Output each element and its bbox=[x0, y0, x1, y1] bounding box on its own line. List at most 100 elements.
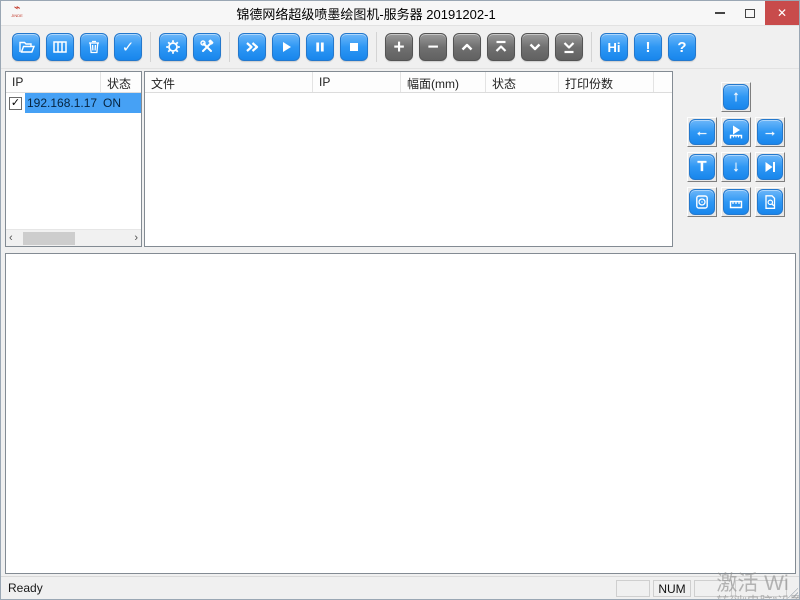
trash-icon bbox=[86, 39, 102, 55]
stop-button[interactable] bbox=[340, 33, 368, 61]
columns-icon bbox=[52, 39, 68, 55]
nudge-left-button[interactable]: ← bbox=[687, 117, 717, 147]
remove-button[interactable]: − bbox=[419, 33, 447, 61]
device-checkbox[interactable]: ✓ bbox=[9, 97, 22, 110]
question-icon: ? bbox=[677, 40, 686, 55]
open-file-button[interactable] bbox=[12, 33, 40, 61]
window-controls: ✕ bbox=[705, 1, 799, 25]
hi-text-icon: Hi bbox=[608, 41, 621, 54]
minus-icon: − bbox=[427, 38, 438, 57]
horizontal-scrollbar[interactable]: ‹ › bbox=[6, 229, 141, 246]
scroll-right-icon[interactable]: › bbox=[134, 233, 138, 244]
delete-job-button[interactable] bbox=[80, 33, 108, 61]
scrollbar-thumb[interactable] bbox=[23, 232, 75, 245]
confirm-button[interactable]: ✓ bbox=[114, 33, 142, 61]
plus-icon: + bbox=[393, 38, 404, 57]
disc-icon bbox=[694, 194, 710, 210]
nudge-right-button[interactable]: → bbox=[755, 117, 785, 147]
text-origin-button[interactable]: T bbox=[687, 152, 717, 182]
letter-t-icon: T bbox=[697, 159, 706, 174]
statusbar: Ready NUM bbox=[1, 576, 799, 599]
app-window: ⌁ JINDE 锦德网络超级喷墨绘图机-服务器 20191202-1 ✕ ✓ bbox=[0, 0, 800, 600]
status-pane-num: NUM bbox=[653, 580, 691, 597]
nudge-up-button[interactable]: ↑ bbox=[721, 82, 751, 112]
status-pane-scrl bbox=[694, 580, 732, 597]
alert-button[interactable]: ! bbox=[634, 33, 662, 61]
play-button[interactable] bbox=[272, 33, 300, 61]
device-row[interactable]: ✓ 192.168.1.17 ON bbox=[6, 93, 141, 113]
toolbar-separator bbox=[229, 32, 230, 62]
device-list-body: ✓ 192.168.1.17 ON bbox=[6, 93, 141, 229]
play-ruler-icon bbox=[728, 124, 744, 140]
status-pane-extra bbox=[735, 580, 787, 597]
stop-icon bbox=[346, 39, 362, 55]
job-col-ip[interactable]: IP bbox=[313, 72, 401, 92]
preview-canvas bbox=[5, 253, 796, 574]
ruler-button[interactable] bbox=[721, 187, 751, 217]
chevron-up-icon bbox=[459, 39, 475, 55]
device-row-selection: 192.168.1.17 ON bbox=[25, 93, 141, 113]
jog-panel: ↑ ← → T ↓ bbox=[676, 71, 796, 247]
start-measure-button[interactable] bbox=[721, 117, 751, 147]
window-title: 锦德网络超级喷墨绘图机-服务器 20191202-1 bbox=[27, 4, 705, 23]
job-table-header: 文件 IP 幅面(mm) 状态 打印份数 bbox=[145, 72, 672, 93]
help-button[interactable]: ? bbox=[668, 33, 696, 61]
chevron-up-bar-icon bbox=[493, 39, 509, 55]
job-col-width[interactable]: 幅面(mm) bbox=[401, 72, 486, 92]
add-button[interactable]: + bbox=[385, 33, 413, 61]
right-arrow-icon: → bbox=[763, 124, 778, 139]
job-col-file[interactable]: 文件 bbox=[145, 72, 313, 92]
device-list-header: IP 状态 bbox=[6, 72, 141, 93]
move-to-bottom-button[interactable] bbox=[555, 33, 583, 61]
up-arrow-icon: ↑ bbox=[732, 89, 740, 104]
tools-button[interactable] bbox=[193, 33, 221, 61]
job-col-copies[interactable]: 打印份数 bbox=[559, 72, 654, 92]
toolbar-separator bbox=[376, 32, 377, 62]
device-status: ON bbox=[103, 96, 141, 110]
job-table-panel: 文件 IP 幅面(mm) 状态 打印份数 bbox=[144, 71, 673, 247]
nudge-down-button[interactable]: ↓ bbox=[721, 152, 751, 182]
chevron-down-bar-icon bbox=[561, 39, 577, 55]
jog-grid: ↑ ← → T ↓ bbox=[686, 80, 786, 247]
gear-icon bbox=[165, 39, 181, 55]
job-col-status[interactable]: 状态 bbox=[486, 72, 559, 92]
move-up-button[interactable] bbox=[453, 33, 481, 61]
device-col-ip[interactable]: IP bbox=[6, 72, 101, 92]
settings-button[interactable] bbox=[159, 33, 187, 61]
play-to-bar-icon bbox=[762, 159, 778, 175]
exclamation-icon: ! bbox=[646, 40, 651, 55]
left-arrow-icon: ← bbox=[695, 124, 710, 139]
preview-doc-button[interactable] bbox=[755, 187, 785, 217]
down-arrow-icon: ↓ bbox=[732, 159, 740, 174]
job-col-filler bbox=[654, 72, 672, 92]
open-folder-icon bbox=[18, 39, 35, 55]
fast-forward-button[interactable] bbox=[238, 33, 266, 61]
status-pane-cap bbox=[616, 580, 650, 597]
toolbar-separator bbox=[150, 32, 151, 62]
hammer-wrench-icon bbox=[199, 39, 215, 55]
minimize-button[interactable] bbox=[705, 1, 735, 25]
status-ready-text: Ready bbox=[1, 581, 616, 595]
doc-magnifier-icon bbox=[762, 194, 778, 210]
move-down-button[interactable] bbox=[521, 33, 549, 61]
toolbar-separator bbox=[591, 32, 592, 62]
app-logo-icon: ⌁ JINDE bbox=[7, 4, 27, 22]
skip-to-end-button[interactable] bbox=[755, 152, 785, 182]
columns-view-button[interactable] bbox=[46, 33, 74, 61]
job-table-body bbox=[145, 93, 672, 246]
move-to-top-button[interactable] bbox=[487, 33, 515, 61]
scroll-left-icon[interactable]: ‹ bbox=[9, 233, 13, 244]
hi-button[interactable]: Hi bbox=[600, 33, 628, 61]
disc-button[interactable] bbox=[687, 187, 717, 217]
ruler-icon bbox=[728, 194, 744, 210]
double-chevron-right-icon bbox=[244, 39, 260, 55]
maximize-button[interactable] bbox=[735, 1, 765, 25]
minimize-icon bbox=[715, 12, 725, 14]
play-icon bbox=[278, 39, 294, 55]
chevron-down-icon bbox=[527, 39, 543, 55]
close-button[interactable]: ✕ bbox=[765, 1, 799, 25]
device-list-panel: IP 状态 ✓ 192.168.1.17 ON ‹ › bbox=[5, 71, 142, 247]
device-col-status[interactable]: 状态 bbox=[101, 72, 141, 92]
pause-button[interactable] bbox=[306, 33, 334, 61]
toolbar: ✓ + − bbox=[1, 25, 799, 69]
